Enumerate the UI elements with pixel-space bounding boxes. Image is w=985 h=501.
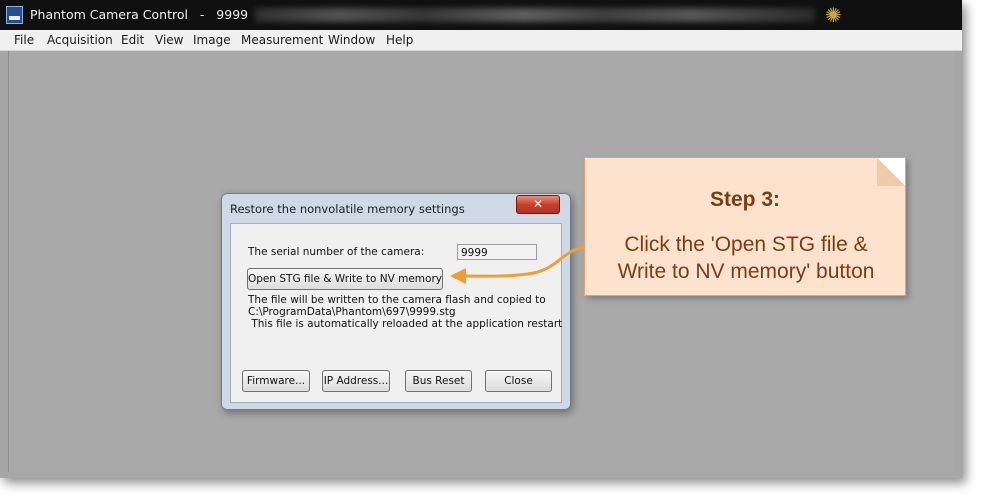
callout-text-line-1: Click the 'Open STG file &: [624, 233, 868, 256]
menu-measurement[interactable]: Measurement: [241, 33, 323, 47]
menu-edit[interactable]: Edit: [121, 33, 144, 47]
bus-reset-button[interactable]: Bus Reset: [405, 370, 472, 392]
menu-file[interactable]: File: [14, 33, 34, 47]
callout-text-line-2: Write to NV memory' button: [617, 260, 875, 283]
serial-number-field[interactable]: 9999: [457, 244, 537, 260]
menu-bar: File Acquisition Edit View Image Measure…: [0, 30, 962, 51]
restore-nv-dialog: Restore the nonvolatile memory settings …: [221, 193, 571, 410]
serial-label: The serial number of the camera:: [248, 246, 425, 258]
callout-text: Click the 'Open STG file & Write to NV m…: [591, 231, 901, 285]
open-stg-write-nv-button[interactable]: Open STG file & Write to NV memory: [247, 268, 443, 290]
callout-folded-corner: [877, 158, 905, 186]
title-bar: Phantom Camera Control - 9999 ✺: [0, 0, 962, 30]
close-button[interactable]: Close: [485, 370, 552, 392]
dialog-body: The serial number of the camera: 9999 Op…: [230, 223, 562, 403]
info-line-3: This file is automatically reloaded at t…: [248, 318, 563, 330]
dialog-title: Restore the nonvolatile memory settings: [230, 202, 465, 216]
menu-acquisition[interactable]: Acquisition: [47, 33, 113, 47]
phantom-app-icon: [6, 6, 23, 24]
firmware-button[interactable]: Firmware...: [242, 370, 310, 392]
ip-address-button[interactable]: IP Address...: [322, 370, 390, 392]
blurred-toolbar: [255, 8, 815, 22]
step-callout: Step 3: Click the 'Open STG file & Write…: [584, 157, 906, 296]
menu-view[interactable]: View: [155, 33, 183, 47]
callout-title: Step 3:: [709, 188, 780, 211]
sun-icon: ✺: [825, 3, 842, 27]
info-line-1: The file will be written to the camera f…: [248, 294, 546, 306]
menu-window[interactable]: Window: [328, 33, 375, 47]
info-line-2: C:\ProgramData\Phantom\697\9999.stg: [248, 306, 456, 318]
window-title: Phantom Camera Control - 9999: [30, 7, 249, 22]
menu-help[interactable]: Help: [386, 33, 413, 47]
menu-image[interactable]: Image: [193, 33, 231, 47]
dialog-close-button[interactable]: ✕: [516, 195, 560, 214]
